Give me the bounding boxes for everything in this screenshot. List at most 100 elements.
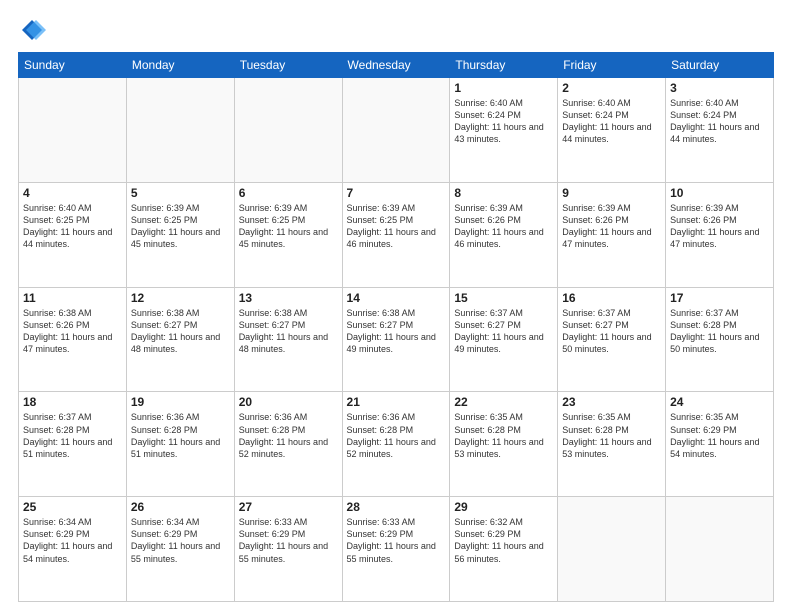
week-row-4: 18 Sunrise: 6:37 AM Sunset: 6:28 PM Dayli… [19, 392, 774, 497]
day-info: Sunrise: 6:33 AM Sunset: 6:29 PM Dayligh… [347, 516, 446, 565]
weekday-header-friday: Friday [558, 53, 666, 78]
calendar-cell: 15 Sunrise: 6:37 AM Sunset: 6:27 PM Dayli… [450, 287, 558, 392]
day-number: 24 [670, 395, 769, 409]
day-number: 2 [562, 81, 661, 95]
calendar-cell: 2Sunrise: 6:40 AM Sunset: 6:24 PM Daylig… [558, 78, 666, 183]
calendar-cell [666, 497, 774, 602]
day-number: 27 [239, 500, 338, 514]
day-number: 18 [23, 395, 122, 409]
day-info: Sunrise: 6:38 AM Sunset: 6:27 PM Dayligh… [347, 307, 446, 356]
calendar-cell: 7 Sunrise: 6:39 AM Sunset: 6:25 PM Daylig… [342, 182, 450, 287]
day-info: Sunrise: 6:39 AM Sunset: 6:25 PM Dayligh… [131, 202, 230, 251]
weekday-header-wednesday: Wednesday [342, 53, 450, 78]
calendar-cell: 26 Sunrise: 6:34 AM Sunset: 6:29 PM Dayli… [126, 497, 234, 602]
calendar-cell [342, 78, 450, 183]
weekday-header-monday: Monday [126, 53, 234, 78]
week-row-2: 4 Sunrise: 6:40 AM Sunset: 6:25 PM Daylig… [19, 182, 774, 287]
day-info: Sunrise: 6:36 AM Sunset: 6:28 PM Dayligh… [239, 411, 338, 460]
day-info: Sunrise: 6:37 AM Sunset: 6:28 PM Dayligh… [23, 411, 122, 460]
day-number: 8 [454, 186, 553, 200]
day-info: Sunrise: 6:38 AM Sunset: 6:27 PM Dayligh… [131, 307, 230, 356]
day-info: Sunrise: 6:39 AM Sunset: 6:26 PM Dayligh… [670, 202, 769, 251]
weekday-header-saturday: Saturday [666, 53, 774, 78]
calendar-cell: 12 Sunrise: 6:38 AM Sunset: 6:27 PM Dayli… [126, 287, 234, 392]
calendar-cell: 27 Sunrise: 6:33 AM Sunset: 6:29 PM Dayli… [234, 497, 342, 602]
day-number: 1 [454, 81, 553, 95]
day-info: Sunrise: 6:40 AM Sunset: 6:25 PM Dayligh… [23, 202, 122, 251]
week-row-3: 11 Sunrise: 6:38 AM Sunset: 6:26 PM Dayli… [19, 287, 774, 392]
day-number: 26 [131, 500, 230, 514]
day-info: Sunrise: 6:37 AM Sunset: 6:27 PM Dayligh… [454, 307, 553, 356]
calendar-cell: 5 Sunrise: 6:39 AM Sunset: 6:25 PM Daylig… [126, 182, 234, 287]
day-info: Sunrise: 6:35 AM Sunset: 6:28 PM Dayligh… [454, 411, 553, 460]
day-info: Sunrise: 6:39 AM Sunset: 6:25 PM Dayligh… [239, 202, 338, 251]
weekday-header-tuesday: Tuesday [234, 53, 342, 78]
weekday-header-row: SundayMondayTuesdayWednesdayThursdayFrid… [19, 53, 774, 78]
calendar-cell: 19 Sunrise: 6:36 AM Sunset: 6:28 PM Dayli… [126, 392, 234, 497]
calendar-cell: 17Sunrise: 6:37 AM Sunset: 6:28 PM Dayli… [666, 287, 774, 392]
day-info: Sunrise: 6:33 AM Sunset: 6:29 PM Dayligh… [239, 516, 338, 565]
day-number: 12 [131, 291, 230, 305]
day-number: 23 [562, 395, 661, 409]
calendar-cell: 11 Sunrise: 6:38 AM Sunset: 6:26 PM Dayli… [19, 287, 127, 392]
calendar-cell: 29 Sunrise: 6:32 AM Sunset: 6:29 PM Dayli… [450, 497, 558, 602]
week-row-1: 1 Sunrise: 6:40 AM Sunset: 6:24 PM Daylig… [19, 78, 774, 183]
day-number: 4 [23, 186, 122, 200]
day-number: 5 [131, 186, 230, 200]
day-number: 10 [670, 186, 769, 200]
day-info: Sunrise: 6:34 AM Sunset: 6:29 PM Dayligh… [23, 516, 122, 565]
calendar-cell: 4 Sunrise: 6:40 AM Sunset: 6:25 PM Daylig… [19, 182, 127, 287]
calendar-cell: 13Sunrise: 6:38 AM Sunset: 6:27 PM Dayli… [234, 287, 342, 392]
day-number: 11 [23, 291, 122, 305]
day-number: 25 [23, 500, 122, 514]
weekday-header-thursday: Thursday [450, 53, 558, 78]
day-number: 6 [239, 186, 338, 200]
day-number: 19 [131, 395, 230, 409]
day-number: 3 [670, 81, 769, 95]
day-info: Sunrise: 6:37 AM Sunset: 6:27 PM Dayligh… [562, 307, 661, 356]
header [18, 16, 774, 44]
calendar-cell: 21 Sunrise: 6:36 AM Sunset: 6:28 PM Dayli… [342, 392, 450, 497]
day-number: 20 [239, 395, 338, 409]
day-info: Sunrise: 6:39 AM Sunset: 6:26 PM Dayligh… [562, 202, 661, 251]
day-info: Sunrise: 6:34 AM Sunset: 6:29 PM Dayligh… [131, 516, 230, 565]
day-number: 15 [454, 291, 553, 305]
day-number: 21 [347, 395, 446, 409]
calendar-cell: 9 Sunrise: 6:39 AM Sunset: 6:26 PM Daylig… [558, 182, 666, 287]
day-info: Sunrise: 6:40 AM Sunset: 6:24 PM Dayligh… [670, 97, 769, 146]
calendar-cell: 3 Sunrise: 6:40 AM Sunset: 6:24 PM Daylig… [666, 78, 774, 183]
calendar-cell: 23Sunrise: 6:35 AM Sunset: 6:28 PM Dayli… [558, 392, 666, 497]
calendar-cell [19, 78, 127, 183]
calendar-table: SundayMondayTuesdayWednesdayThursdayFrid… [18, 52, 774, 602]
day-info: Sunrise: 6:36 AM Sunset: 6:28 PM Dayligh… [131, 411, 230, 460]
day-info: Sunrise: 6:36 AM Sunset: 6:28 PM Dayligh… [347, 411, 446, 460]
calendar-cell: 10 Sunrise: 6:39 AM Sunset: 6:26 PM Dayli… [666, 182, 774, 287]
day-info: Sunrise: 6:40 AM Sunset: 6:24 PM Dayligh… [454, 97, 553, 146]
day-number: 7 [347, 186, 446, 200]
calendar-cell: 25 Sunrise: 6:34 AM Sunset: 6:29 PM Dayli… [19, 497, 127, 602]
calendar-cell: 8Sunrise: 6:39 AM Sunset: 6:26 PM Daylig… [450, 182, 558, 287]
calendar-cell [558, 497, 666, 602]
calendar-cell: 22 Sunrise: 6:35 AM Sunset: 6:28 PM Dayli… [450, 392, 558, 497]
day-number: 22 [454, 395, 553, 409]
calendar-cell: 18 Sunrise: 6:37 AM Sunset: 6:28 PM Dayli… [19, 392, 127, 497]
calendar-cell: 16 Sunrise: 6:37 AM Sunset: 6:27 PM Dayli… [558, 287, 666, 392]
weekday-header-sunday: Sunday [19, 53, 127, 78]
logo-icon [18, 16, 46, 44]
calendar-cell: 28 Sunrise: 6:33 AM Sunset: 6:29 PM Dayli… [342, 497, 450, 602]
day-number: 14 [347, 291, 446, 305]
day-number: 16 [562, 291, 661, 305]
day-info: Sunrise: 6:38 AM Sunset: 6:26 PM Dayligh… [23, 307, 122, 356]
calendar-cell: 1 Sunrise: 6:40 AM Sunset: 6:24 PM Daylig… [450, 78, 558, 183]
day-info: Sunrise: 6:35 AM Sunset: 6:29 PM Dayligh… [670, 411, 769, 460]
page: SundayMondayTuesdayWednesdayThursdayFrid… [0, 0, 792, 612]
day-number: 9 [562, 186, 661, 200]
day-number: 29 [454, 500, 553, 514]
calendar-cell: 6 Sunrise: 6:39 AM Sunset: 6:25 PM Daylig… [234, 182, 342, 287]
day-number: 28 [347, 500, 446, 514]
day-info: Sunrise: 6:37 AM Sunset: 6:28 PM Dayligh… [670, 307, 769, 356]
logo [18, 16, 50, 44]
day-info: Sunrise: 6:32 AM Sunset: 6:29 PM Dayligh… [454, 516, 553, 565]
calendar-cell: 24 Sunrise: 6:35 AM Sunset: 6:29 PM Dayli… [666, 392, 774, 497]
day-info: Sunrise: 6:39 AM Sunset: 6:25 PM Dayligh… [347, 202, 446, 251]
